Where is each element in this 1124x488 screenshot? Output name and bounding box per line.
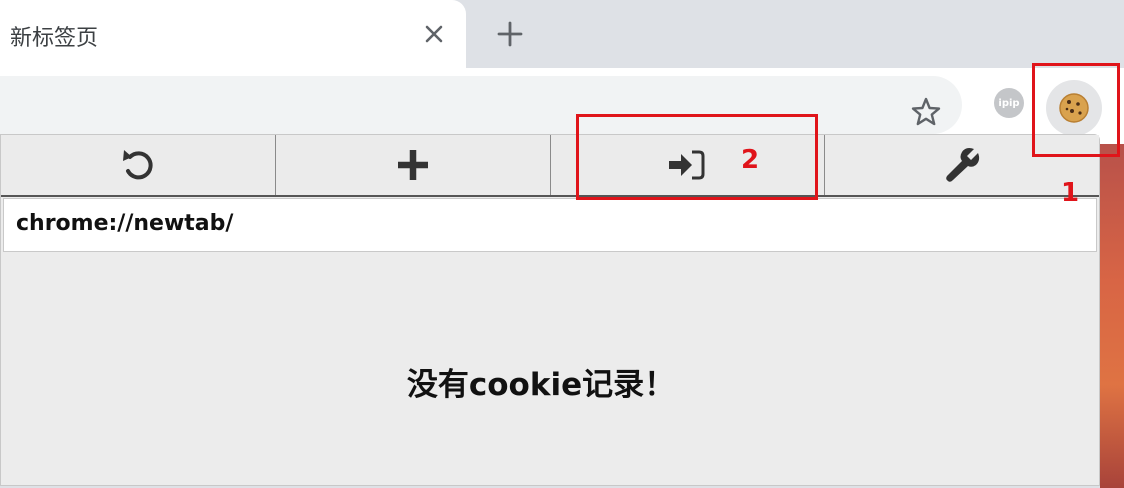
annotation-box-2 (576, 114, 818, 200)
cookie-popup: chrome://newtab/ 没有cookie记录！ (0, 134, 1100, 486)
browser-toolbar: ipip (0, 68, 1124, 144)
plus-icon[interactable] (494, 18, 526, 50)
refresh-button[interactable] (1, 135, 275, 195)
close-icon[interactable] (420, 20, 448, 48)
empty-message: 没有cookie记录！ (406, 367, 676, 403)
popup-toolbar (1, 135, 1099, 197)
wrench-icon (946, 148, 980, 182)
ipip-icon[interactable]: ipip (994, 88, 1024, 118)
tab-newtab[interactable]: 新标签页 (0, 0, 466, 76)
annotation-box-1 (1032, 63, 1120, 157)
add-icon (397, 150, 428, 180)
tab-title: 新标签页 (10, 26, 99, 51)
tab-strip: 新标签页 (0, 0, 1124, 76)
refresh-icon (122, 150, 153, 180)
page-background (1100, 144, 1124, 488)
add-cookie-button[interactable] (274, 135, 550, 195)
ipip-label: ipip (998, 97, 1020, 109)
star-icon[interactable] (908, 94, 944, 130)
annotation-number-2: 2 (741, 145, 760, 175)
annotation-number-1: 1 (1061, 178, 1080, 208)
current-url: chrome://newtab/ (3, 198, 1097, 252)
